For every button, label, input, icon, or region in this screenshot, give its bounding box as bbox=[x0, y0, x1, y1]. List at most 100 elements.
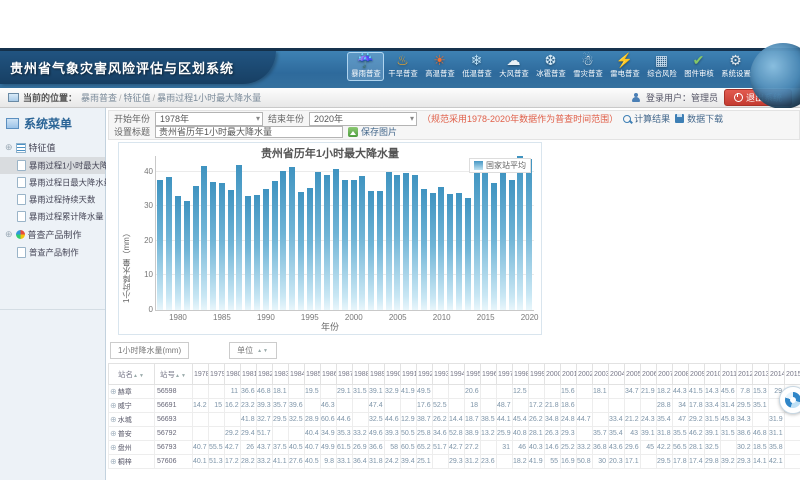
bar-1990[interactable] bbox=[263, 189, 269, 310]
breadcrumb-link[interactable]: 特征值 bbox=[124, 93, 151, 103]
end-year-select[interactable]: 2020年 ▾ bbox=[309, 112, 417, 126]
breadcrumb-link[interactable]: 暴雨普查 bbox=[81, 93, 117, 103]
year-column-header[interactable]: 2013 bbox=[753, 364, 769, 385]
toolbar-item-high-temp[interactable]: ☀高温普查 bbox=[421, 52, 458, 81]
sidebar-item[interactable]: 暴雨过程日最大降水量 bbox=[0, 174, 105, 191]
data-download-button[interactable]: 数据下载 bbox=[675, 112, 723, 125]
year-column-header[interactable]: 1997 bbox=[497, 364, 513, 385]
bar-1979[interactable] bbox=[166, 177, 172, 310]
year-column-header[interactable]: 2004 bbox=[609, 364, 625, 385]
tree-group[interactable]: ⊕特征值 bbox=[0, 138, 105, 157]
year-column-header[interactable]: 1981 bbox=[241, 364, 257, 385]
toolbar-item-hail[interactable]: ❆冰雹普查 bbox=[532, 52, 569, 81]
bar-1985[interactable] bbox=[219, 183, 225, 310]
bar-2005[interactable] bbox=[394, 175, 400, 310]
bar-2015[interactable] bbox=[482, 162, 488, 310]
bar-2006[interactable] bbox=[403, 173, 409, 310]
bar-2012[interactable] bbox=[456, 193, 462, 310]
year-column-header[interactable]: 2014 bbox=[769, 364, 785, 385]
year-column-header[interactable]: 2009 bbox=[689, 364, 705, 385]
year-column-header[interactable]: 1999 bbox=[529, 364, 545, 385]
year-column-header[interactable]: 1983 bbox=[273, 364, 289, 385]
year-column-header[interactable]: 1998 bbox=[513, 364, 529, 385]
toolbar-item-rainstorm[interactable]: ☔暴雨普查 bbox=[347, 52, 384, 81]
expand-icon[interactable]: ⊕ bbox=[5, 230, 13, 239]
year-column-header[interactable]: 2002 bbox=[577, 364, 593, 385]
year-column-header[interactable]: 1982 bbox=[257, 364, 273, 385]
year-column-header[interactable]: 2010 bbox=[705, 364, 721, 385]
sidebar-item[interactable]: 暴雨过程1小时最大降水量 bbox=[0, 157, 105, 174]
chart-title-input[interactable] bbox=[155, 126, 343, 138]
unit-field-chip[interactable]: 单位 ▲▼ bbox=[229, 342, 277, 359]
year-column-header[interactable]: 1984 bbox=[289, 364, 305, 385]
start-year-select[interactable]: 1978年 ▾ bbox=[155, 112, 263, 126]
bar-2017[interactable] bbox=[500, 171, 506, 310]
bar-1987[interactable] bbox=[236, 165, 242, 310]
expand-icon[interactable]: ⊕ bbox=[5, 143, 13, 152]
year-column-header[interactable]: 1985 bbox=[305, 364, 321, 385]
bar-2004[interactable] bbox=[386, 172, 392, 310]
bar-2001[interactable] bbox=[359, 176, 365, 310]
year-column-header[interactable]: 2007 bbox=[657, 364, 673, 385]
sidebar-item[interactable]: 暴雨过程持续天数 bbox=[0, 191, 105, 208]
save-image-button[interactable]: 保存图片 bbox=[348, 125, 397, 138]
year-column-header[interactable]: 2005 bbox=[625, 364, 641, 385]
bar-2007[interactable] bbox=[412, 175, 418, 310]
year-column-header[interactable]: 1988 bbox=[353, 364, 369, 385]
bar-1980[interactable] bbox=[175, 196, 181, 310]
year-column-header[interactable]: 1993 bbox=[433, 364, 449, 385]
bar-1995[interactable] bbox=[307, 188, 313, 310]
bar-1992[interactable] bbox=[280, 171, 286, 310]
toolbar-item-comprehensive-risk[interactable]: ▦综合风险 bbox=[643, 52, 680, 81]
bar-2003[interactable] bbox=[377, 191, 383, 310]
floating-widget-button[interactable] bbox=[779, 386, 800, 414]
row-expand-icon[interactable]: ⊕ bbox=[110, 443, 117, 452]
bar-2019[interactable] bbox=[517, 156, 523, 310]
sidebar-item[interactable]: 普查产品制作 bbox=[0, 244, 105, 261]
year-column-header[interactable]: 2000 bbox=[545, 364, 561, 385]
toolbar-item-gale[interactable]: ☁大风普查 bbox=[495, 52, 532, 81]
bar-1998[interactable] bbox=[333, 169, 339, 310]
id-column-header[interactable]: 站号▲▼ bbox=[155, 364, 193, 385]
row-expand-icon[interactable]: ⊕ bbox=[110, 401, 117, 410]
year-column-header[interactable]: 1996 bbox=[481, 364, 497, 385]
bar-1982[interactable] bbox=[193, 186, 199, 310]
year-column-header[interactable]: 1992 bbox=[417, 364, 433, 385]
year-column-header[interactable]: 2003 bbox=[593, 364, 609, 385]
year-column-header[interactable]: 1978 bbox=[193, 364, 209, 385]
bar-1983[interactable] bbox=[201, 166, 207, 310]
toolbar-item-map-review[interactable]: ✔图件审核 bbox=[680, 52, 717, 81]
bar-1994[interactable] bbox=[298, 192, 304, 310]
bar-1988[interactable] bbox=[245, 196, 251, 310]
toolbar-item-drought[interactable]: ♨干旱普查 bbox=[384, 52, 421, 81]
bar-2002[interactable] bbox=[368, 191, 374, 310]
bar-1999[interactable] bbox=[342, 180, 348, 310]
row-expand-icon[interactable]: ⊕ bbox=[110, 415, 117, 424]
bar-2000[interactable] bbox=[351, 180, 357, 310]
bar-2013[interactable] bbox=[465, 198, 471, 310]
tree-group[interactable]: ⊕普查产品制作 bbox=[0, 225, 105, 244]
bar-1997[interactable] bbox=[324, 175, 330, 310]
bar-1993[interactable] bbox=[289, 167, 295, 310]
bar-2011[interactable] bbox=[447, 194, 453, 310]
year-column-header[interactable]: 1987 bbox=[337, 364, 353, 385]
year-column-header[interactable]: 1989 bbox=[369, 364, 385, 385]
bar-2010[interactable] bbox=[438, 187, 444, 310]
row-expand-icon[interactable]: ⊕ bbox=[110, 387, 117, 396]
bar-1986[interactable] bbox=[228, 190, 234, 310]
year-column-header[interactable]: 2015 bbox=[785, 364, 800, 385]
bar-1996[interactable] bbox=[315, 172, 321, 310]
bar-1981[interactable] bbox=[184, 201, 190, 310]
bar-2014[interactable] bbox=[474, 168, 480, 310]
breadcrumb-link[interactable]: 暴雨过程1小时最大降水量 bbox=[157, 93, 261, 103]
year-column-header[interactable]: 2006 bbox=[641, 364, 657, 385]
year-column-header[interactable]: 1986 bbox=[321, 364, 337, 385]
row-expand-icon[interactable]: ⊕ bbox=[110, 429, 117, 438]
year-column-header[interactable]: 1979 bbox=[209, 364, 225, 385]
year-column-header[interactable]: 1991 bbox=[401, 364, 417, 385]
bar-1989[interactable] bbox=[254, 195, 260, 310]
calc-result-button[interactable]: 计算结果 bbox=[623, 112, 670, 125]
toolbar-item-lightning[interactable]: ⚡雷电普查 bbox=[606, 52, 643, 81]
toolbar-item-low-temp[interactable]: ❄低温普查 bbox=[458, 52, 495, 81]
year-column-header[interactable]: 2008 bbox=[673, 364, 689, 385]
